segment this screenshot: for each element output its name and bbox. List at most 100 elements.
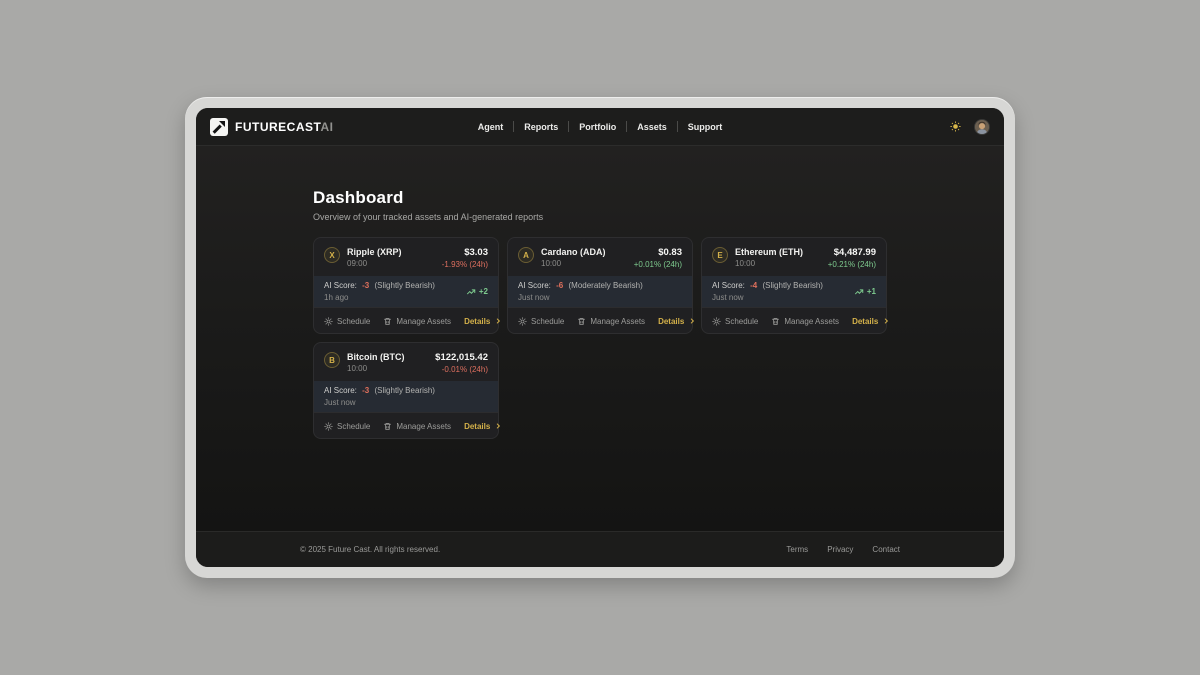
main-nav: Agent Reports Portfolio Assets Support — [420, 118, 780, 136]
ai-score-label: AI Score: — [324, 281, 357, 290]
ai-score-value: -3 — [362, 281, 369, 290]
asset-coin-icon: A — [518, 247, 534, 263]
asset-card-ripple: X Ripple (XRP) 09:00 $3.03 -1.93% (24h) — [313, 237, 499, 334]
gear-icon — [518, 317, 527, 326]
asset-initial: E — [717, 251, 722, 260]
manage-assets-label: Manage Assets — [590, 317, 645, 326]
chevron-right-icon — [494, 317, 502, 325]
footer-link-contact[interactable]: Contact — [872, 545, 900, 554]
header-actions — [780, 119, 990, 135]
details-button[interactable]: Details — [464, 317, 502, 326]
trend-value: +2 — [479, 287, 488, 296]
chevron-right-icon — [688, 317, 696, 325]
trash-icon — [383, 422, 392, 431]
ai-sentiment: (Slightly Bearish) — [375, 281, 435, 290]
footer-link-privacy[interactable]: Privacy — [827, 545, 853, 554]
schedule-button[interactable]: Schedule — [712, 317, 758, 326]
trend-badge: +2 — [466, 287, 488, 297]
ai-score-panel: AI Score: -3 (Slightly Bearish) Just now — [314, 381, 498, 412]
details-label: Details — [464, 422, 490, 431]
asset-price: $0.83 — [634, 247, 682, 258]
manage-assets-label: Manage Assets — [396, 317, 451, 326]
page-title: Dashboard — [313, 188, 887, 208]
trending-up-icon — [854, 287, 864, 297]
nav-item-support[interactable]: Support — [678, 118, 733, 136]
copyright-text: © 2025 Future Cast. All rights reserved. — [300, 545, 440, 554]
ai-updated: 1h ago — [324, 293, 435, 302]
manage-assets-button[interactable]: Manage Assets — [383, 422, 451, 431]
asset-coin-icon: E — [712, 247, 728, 263]
asset-time: 09:00 — [347, 259, 435, 268]
trash-icon — [383, 317, 392, 326]
nav-item-portfolio[interactable]: Portfolio — [569, 118, 626, 136]
nav-item-agent[interactable]: Agent — [468, 118, 514, 136]
brand-name: FUTURECASTAI — [235, 120, 333, 134]
app-screen: FUTURECASTAI Agent Reports Portfolio Ass… — [196, 108, 1004, 567]
theme-toggle-button[interactable] — [950, 121, 961, 132]
details-label: Details — [464, 317, 490, 326]
ai-score-value: -3 — [362, 386, 369, 395]
asset-change: -1.93% (24h) — [442, 260, 488, 269]
ai-updated: Just now — [324, 398, 435, 407]
manage-assets-button[interactable]: Manage Assets — [577, 317, 645, 326]
asset-change: -0.01% (24h) — [435, 365, 488, 374]
details-button[interactable]: Details — [464, 422, 502, 431]
footer-links: Terms Privacy Contact — [786, 545, 900, 554]
nav-item-reports[interactable]: Reports — [514, 118, 568, 136]
trend-value: +1 — [867, 287, 876, 296]
asset-price: $4,487.99 — [828, 247, 876, 258]
ai-score-panel: AI Score: -4 (Slightly Bearish) Just now… — [702, 276, 886, 307]
gear-icon — [324, 317, 333, 326]
nav-item-assets[interactable]: Assets — [627, 118, 677, 136]
card-actions: Schedule Manage Assets Details — [508, 307, 692, 334]
schedule-button[interactable]: Schedule — [324, 422, 370, 431]
asset-initial: A — [523, 251, 529, 260]
manage-assets-button[interactable]: Manage Assets — [383, 317, 451, 326]
details-label: Details — [658, 317, 684, 326]
brand: FUTURECASTAI — [210, 118, 420, 136]
asset-time: 10:00 — [541, 259, 627, 268]
trending-up-icon — [466, 287, 476, 297]
manage-assets-button[interactable]: Manage Assets — [771, 317, 839, 326]
details-button[interactable]: Details — [658, 317, 696, 326]
user-avatar[interactable] — [974, 119, 990, 135]
asset-name: Bitcoin (BTC) — [347, 352, 428, 362]
schedule-label: Schedule — [337, 317, 370, 326]
details-label: Details — [852, 317, 878, 326]
page-subtitle: Overview of your tracked assets and AI-g… — [313, 212, 887, 222]
asset-price: $122,015.42 — [435, 352, 488, 363]
trash-icon — [577, 317, 586, 326]
browser-window-frame: FUTURECASTAI Agent Reports Portfolio Ass… — [185, 97, 1015, 578]
asset-card-ethereum: E Ethereum (ETH) 10:00 $4,487.99 +0.21% … — [701, 237, 887, 334]
manage-assets-label: Manage Assets — [784, 317, 839, 326]
ai-updated: Just now — [712, 293, 823, 302]
card-actions: Schedule Manage Assets Details — [314, 307, 498, 334]
chevron-right-icon — [882, 317, 890, 325]
ai-score-panel: AI Score: -6 (Moderately Bearish) Just n… — [508, 276, 692, 307]
asset-name: Cardano (ADA) — [541, 247, 627, 257]
asset-initial: X — [329, 251, 334, 260]
asset-card-grid: X Ripple (XRP) 09:00 $3.03 -1.93% (24h) — [313, 237, 887, 439]
asset-name: Ripple (XRP) — [347, 247, 435, 257]
brand-logo-icon — [210, 118, 228, 136]
card-actions: Schedule Manage Assets Details — [314, 412, 498, 439]
details-button[interactable]: Details — [852, 317, 890, 326]
ai-sentiment: (Slightly Bearish) — [763, 281, 823, 290]
manage-assets-label: Manage Assets — [396, 422, 451, 431]
sun-icon — [950, 121, 961, 132]
chevron-right-icon — [494, 422, 502, 430]
asset-coin-icon: B — [324, 352, 340, 368]
main-content: Dashboard Overview of your tracked asset… — [196, 146, 1004, 531]
ai-score-label: AI Score: — [518, 281, 551, 290]
app-footer: © 2025 Future Cast. All rights reserved.… — [196, 531, 1004, 567]
footer-link-terms[interactable]: Terms — [786, 545, 808, 554]
schedule-button[interactable]: Schedule — [518, 317, 564, 326]
ai-sentiment: (Slightly Bearish) — [375, 386, 435, 395]
ai-score-label: AI Score: — [712, 281, 745, 290]
app-header: FUTURECASTAI Agent Reports Portfolio Ass… — [196, 108, 1004, 146]
ai-sentiment: (Moderately Bearish) — [569, 281, 643, 290]
asset-name: Ethereum (ETH) — [735, 247, 821, 257]
gear-icon — [324, 422, 333, 431]
trend-badge: +1 — [854, 287, 876, 297]
schedule-button[interactable]: Schedule — [324, 317, 370, 326]
